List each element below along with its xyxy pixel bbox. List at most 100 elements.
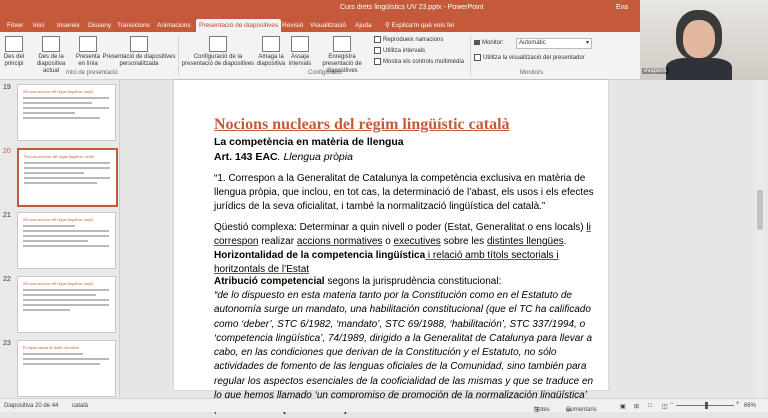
slide-thumbnail[interactable]: Nocions nuclears del règim lingüístic ca… (17, 276, 116, 333)
rehearse-timings-button[interactable]: Assaja intervals (288, 36, 312, 68)
from-current-label: Des de la diapositiva actual (36, 54, 66, 74)
status-bar: Diapositiva 20 de 44 català ☰ Notes ✉ Co… (0, 398, 768, 414)
thumbnail-text-lines (23, 353, 109, 368)
presenter-shirt (666, 58, 732, 80)
text-run: Qüestió complexa: Determinar a quin nive… (214, 222, 587, 233)
ribbon-tabs: Fitxer Inici Insereix Disseny Transicion… (0, 18, 640, 32)
show-media-controls-checkbox[interactable]: Mostra els controls multimèdia (374, 58, 464, 65)
tab-design[interactable]: Disseny (85, 19, 114, 32)
checkbox-checked-icon (374, 36, 381, 43)
monitor-label-text: Monitor: (482, 40, 504, 47)
tab-help[interactable]: Ajuda (352, 19, 375, 32)
zoom-out-icon[interactable]: − (670, 401, 674, 407)
slide-thumbnail-pane: 19 Nocions nuclears del règim lingüístic… (0, 80, 120, 398)
from-beginning-button[interactable]: Des del principi (2, 36, 26, 68)
slideshow-view-icon[interactable]: ◫ (662, 403, 668, 410)
tab-review[interactable]: Revisió (279, 19, 306, 32)
slide-subtitle[interactable]: La competència en matèria de llengua (214, 136, 594, 148)
text-run: “de lo dispuesto en esta materia tanto p… (214, 290, 594, 415)
zoom-slider-handle[interactable] (705, 402, 708, 409)
tab-view[interactable]: Visualització (307, 19, 349, 32)
article-title: . Llengua pròpia (277, 151, 353, 163)
show-controls-label: Mostra els controls multimèdia (383, 59, 465, 66)
thumbnail-text-lines (23, 97, 109, 122)
slideshow-start-icon (5, 36, 23, 52)
slide-sorter-icon[interactable]: ⊞ (634, 403, 639, 410)
group-setup-label: Configuració (308, 70, 342, 76)
window-title: Curs drets lingüístics UV 23.pptx - Powe… (340, 4, 484, 11)
scrollbar-thumb[interactable] (757, 190, 763, 230)
play-narrations-checkbox[interactable]: Reprodueix narracions (374, 36, 443, 43)
slide-counter: Diapositiva 20 de 44 (4, 403, 59, 409)
thumbnail-title: Nocions nuclears del règim lingüístic ca… (23, 217, 94, 222)
article-heading[interactable]: Art. 143 EAC. Llengua pròpia (214, 151, 594, 163)
record-icon (333, 36, 351, 52)
checkbox-checked-icon (374, 47, 381, 54)
present-online-label: Presenta en línia (76, 54, 101, 67)
monitor-select[interactable]: Automàtic ▾ (516, 38, 592, 49)
user-name[interactable]: Eva (616, 4, 628, 11)
checkbox-checked-icon (374, 58, 381, 65)
tab-file[interactable]: Fitxer (4, 19, 26, 32)
chevron-down-icon: ▾ (585, 40, 589, 46)
article-quote[interactable]: “1. Correspon a la Generalitat de Catalu… (214, 172, 594, 214)
webcam-feed: evapons (640, 0, 768, 80)
play-narrations-label: Reprodueix narracions (383, 37, 444, 44)
thumbnail-title: Nocions nuclears del règim lingüístic ca… (23, 89, 94, 94)
hide-slide-button[interactable]: Amaga la diapositiva (256, 36, 286, 68)
zoom-in-icon[interactable]: + (736, 401, 740, 407)
normal-view-icon[interactable]: ▣ (620, 403, 626, 410)
present-online-button[interactable]: Presenta en línia (76, 36, 100, 68)
text-run: sobre les (440, 236, 487, 247)
article-ref: Art. 143 EAC (214, 151, 278, 163)
slide-thumbnail[interactable]: Nocions nuclears del règim lingüístic ca… (17, 212, 116, 269)
text-run: accions normatives (296, 236, 383, 247)
comments-label: Comentaris (566, 407, 597, 413)
slide-thumbnail-selected[interactable]: Nocions nuclears del règim lingüístic ca… (17, 148, 118, 207)
group-monitors-label: Monitors (520, 70, 544, 76)
tab-transitions[interactable]: Transicions (114, 19, 153, 32)
group-start-label: Inici de presentació (66, 70, 118, 76)
slide-canvas[interactable]: Nocions nuclears del règim lingüístic ca… (174, 80, 608, 415)
text-run: i relació amb títols sectorials (425, 250, 554, 261)
setup-label: Configuració de la presentació de diapos… (181, 54, 255, 67)
tab-insert[interactable]: Insereix (54, 19, 83, 32)
complex-question-paragraph[interactable]: Qüestió complexa: Determinar a quin nive… (214, 221, 594, 277)
ribbon: Des del principi Des de la diapositiva a… (0, 32, 640, 80)
from-beginning-label: Des del principi (3, 54, 25, 67)
use-timings-label: Utilitza intervals (383, 48, 426, 55)
rehearse-label: Assaja intervals (288, 54, 312, 67)
tab-animations[interactable]: Animacions (154, 19, 194, 32)
setup-slideshow-button[interactable]: Configuració de la presentació de diapos… (180, 36, 256, 68)
thumbnail-number: 21 (3, 212, 11, 219)
slide-title[interactable]: Nocions nuclears del règim lingüístic ca… (214, 116, 594, 134)
setup-icon (209, 36, 227, 52)
language-indicator[interactable]: català (72, 403, 88, 409)
group-separator (178, 36, 179, 76)
custom-slideshow-button[interactable]: Presentació de diapositives personalitza… (102, 36, 176, 68)
thumbnail-number: 19 (3, 84, 11, 91)
thumbnail-title: El règim estatal de doble oficialitat (23, 345, 80, 350)
vertical-scrollbar[interactable] (755, 80, 765, 398)
attribution-heading[interactable]: Atribució competencial segons la jurispr… (214, 276, 594, 287)
thumbnail-number: 20 (3, 148, 11, 155)
hide-slide-icon (262, 36, 280, 52)
zoom-level[interactable]: 66% (744, 403, 756, 409)
tell-me-label: Explica'm què vols fer (391, 22, 455, 29)
use-timings-checkbox[interactable]: Utilitza intervals (374, 47, 425, 54)
text-run: segons la jurisprudència constitucional: (324, 276, 502, 287)
thumbnail-text-lines (23, 225, 109, 250)
thumbnail-number: 23 (3, 340, 11, 347)
slide-thumbnail[interactable]: El règim estatal de doble oficialitat (17, 340, 116, 397)
presenter-view-checkbox[interactable]: Utilitza la visualització del presentado… (474, 54, 585, 61)
text-run: distintes llengües (486, 236, 564, 247)
text-run: Atribució competencial (214, 276, 325, 287)
tab-slide-show[interactable]: Presentació de diapositives (196, 19, 282, 32)
stopwatch-icon (291, 36, 309, 52)
text-run: executives (393, 236, 441, 247)
reading-view-icon[interactable]: □ (648, 403, 652, 409)
custom-slideshow-label: Presentació de diapositives personalitza… (102, 54, 176, 67)
tab-home[interactable]: Inici (30, 19, 48, 32)
tell-me-search[interactable]: ⚲ Explica'm què vols fer (382, 19, 458, 32)
slide-thumbnail[interactable]: Nocions nuclears del règim lingüístic ca… (17, 84, 116, 141)
